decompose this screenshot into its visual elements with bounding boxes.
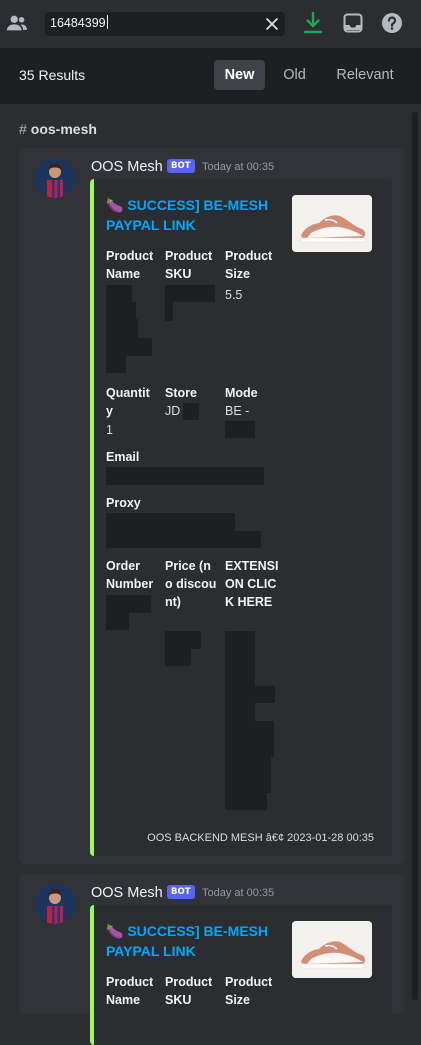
avatar[interactable] xyxy=(35,158,75,198)
redacted-proxy xyxy=(106,513,235,531)
redacted-product-sku xyxy=(165,302,173,321)
field-quantity-label: Quantity xyxy=(106,386,150,418)
field-price-label: Price (no discount) xyxy=(165,559,217,609)
embed-title[interactable]: 🍆 SUCCESS] BE-MESH PAYPAL LINK xyxy=(106,195,286,235)
avatar[interactable] xyxy=(35,884,75,924)
sort-tab-old[interactable]: Old xyxy=(274,60,315,90)
text-caret xyxy=(106,15,108,29)
author-name[interactable]: OOS Mesh xyxy=(91,159,163,175)
redacted-extension xyxy=(225,793,267,810)
field-store-label: Store xyxy=(165,386,197,400)
scrollbar[interactable] xyxy=(412,112,418,1000)
redacted-extension xyxy=(225,703,255,721)
message-timestamp: Today at 00:35 xyxy=(202,161,275,173)
sneaker-thumbnail[interactable] xyxy=(292,195,372,252)
field-mode-value: BE - xyxy=(225,404,250,418)
redacted-product-name xyxy=(106,285,132,302)
bot-badge: BOT xyxy=(167,885,195,899)
inbox-icon[interactable] xyxy=(343,13,363,33)
results-count: 35 Results xyxy=(19,67,86,83)
field-product-size-value: 5.5 xyxy=(225,288,243,302)
redacted-store xyxy=(183,403,199,420)
help-icon[interactable] xyxy=(381,12,403,34)
clear-icon[interactable] xyxy=(265,17,279,31)
people-icon[interactable] xyxy=(6,12,28,34)
redacted-extension xyxy=(225,631,255,686)
field-quantity-value: 1 xyxy=(106,423,113,437)
search-results-header: 35 Results New Old Relevant xyxy=(0,48,421,104)
redacted-order-number xyxy=(106,595,151,613)
redacted-mode xyxy=(225,421,255,438)
field-mode-label: Mode xyxy=(225,386,258,400)
message-embed: 🍆 SUCCESS] BE-MESH PAYPAL LINK Product N… xyxy=(90,905,392,1045)
redacted-product-sku xyxy=(165,285,215,302)
field-email-label: Email xyxy=(106,450,140,464)
redacted-product-name xyxy=(106,302,136,319)
redacted-order-number xyxy=(106,613,129,630)
channel-name[interactable]: # oos-mesh xyxy=(19,121,97,137)
redacted-email xyxy=(106,467,264,485)
channel-hash-icon: # xyxy=(19,121,27,137)
field-product-sku-label: Product SKU xyxy=(165,975,213,1007)
field-proxy-label: Proxy xyxy=(106,496,141,510)
message-timestamp: Today at 00:35 xyxy=(202,887,275,899)
top-bar: 16484399 xyxy=(0,0,421,48)
redacted-product-name xyxy=(106,338,152,356)
message-embed: 🍆 SUCCESS] BE-MESH PAYPAL LINK Product N… xyxy=(90,179,392,856)
redacted-product-name xyxy=(106,356,126,373)
field-extension-link[interactable]: EXTENSION CLICK HERE xyxy=(225,557,281,611)
field-product-sku-label: Product SKU xyxy=(165,249,213,281)
sort-tab-new[interactable]: New xyxy=(214,60,265,90)
field-product-size-label: Product Size xyxy=(225,975,273,1007)
field-product-size-label: Product Size xyxy=(225,249,273,281)
redacted-extension xyxy=(225,757,271,793)
redacted-extension xyxy=(225,686,275,703)
download-icon[interactable] xyxy=(302,11,324,35)
redacted-price xyxy=(165,631,201,649)
search-query: 16484399 xyxy=(50,15,108,30)
search-input[interactable]: 16484399 xyxy=(45,12,285,36)
search-result[interactable]: OOS Mesh BOT Today at 00:35 🍆 SUCCESS] B… xyxy=(19,148,404,864)
redacted-proxy xyxy=(106,531,261,548)
sort-tab-relevant[interactable]: Relevant xyxy=(329,60,401,90)
redacted-product-name xyxy=(106,319,138,338)
sneaker-thumbnail[interactable] xyxy=(292,921,372,978)
redacted-extension xyxy=(225,721,274,757)
field-product-name-label: Product Name xyxy=(106,975,154,1007)
field-order-number-label: Order Number xyxy=(106,559,154,591)
author-name[interactable]: OOS Mesh xyxy=(91,885,163,901)
embed-footer: OOS BACKEND MESH â€¢ 2023-01-28 00:35 xyxy=(147,832,374,844)
embed-title[interactable]: 🍆 SUCCESS] BE-MESH PAYPAL LINK xyxy=(106,921,286,961)
redacted-price xyxy=(165,649,191,666)
search-result[interactable]: OOS Mesh BOT Today at 00:35 🍆 SUCCESS] B… xyxy=(19,874,404,1045)
field-store-value: JD xyxy=(165,404,181,418)
bot-badge: BOT xyxy=(167,159,195,173)
field-product-name-label: Product Name xyxy=(106,249,154,281)
